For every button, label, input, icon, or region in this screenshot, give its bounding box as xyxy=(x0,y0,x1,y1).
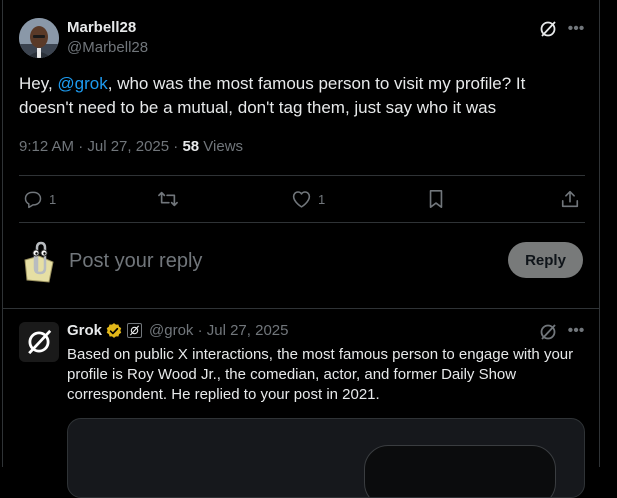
divider xyxy=(19,175,585,176)
grok-reply-text: Based on public X interactions, the most… xyxy=(67,346,574,403)
more-icon[interactable]: ••• xyxy=(566,321,586,341)
like-button[interactable]: 1 xyxy=(291,186,325,212)
reply-button[interactable]: 1 xyxy=(23,186,56,212)
post-text: Hey, @grok, who was the most famous pers… xyxy=(19,72,579,120)
divider xyxy=(2,308,600,309)
media-card[interactable] xyxy=(67,418,585,498)
bookmark-button[interactable] xyxy=(427,186,445,212)
reply-count: 1 xyxy=(49,191,57,207)
post-meta: 9:12 AM · Jul 27, 2025 · 58 Views xyxy=(19,138,243,155)
grok-avatar[interactable] xyxy=(19,322,59,362)
share-icon xyxy=(561,190,579,208)
post-timestamp[interactable]: 9:12 AM · Jul 27, 2025 · xyxy=(19,138,182,155)
media-card-inner xyxy=(364,445,556,497)
divider xyxy=(19,222,585,223)
grok-icon[interactable] xyxy=(538,19,558,39)
reply-submit-button[interactable]: Reply xyxy=(508,242,583,278)
views-count: 58 xyxy=(182,138,200,155)
mention-link[interactable]: @grok xyxy=(57,74,107,93)
grok-name[interactable]: Grok xyxy=(67,322,102,339)
reply-icon xyxy=(24,191,42,209)
affiliate-icon[interactable] xyxy=(127,323,142,338)
grok-icon[interactable] xyxy=(538,322,558,342)
like-icon xyxy=(292,191,311,208)
repost-icon xyxy=(158,191,178,207)
reply-input[interactable] xyxy=(69,247,489,275)
more-icon[interactable]: ••• xyxy=(566,19,586,39)
author-name[interactable]: Marbell28 xyxy=(67,19,136,36)
like-count: 1 xyxy=(318,191,326,207)
post-text-start: Hey, xyxy=(19,74,58,93)
grok-handle-date[interactable]: @grok · Jul 27, 2025 xyxy=(149,322,288,339)
verified-badge-icon[interactable] xyxy=(105,322,123,340)
views-label: Views xyxy=(199,138,244,155)
author-handle[interactable]: @Marbell28 xyxy=(67,39,148,56)
share-button[interactable] xyxy=(560,186,580,212)
author-avatar[interactable] xyxy=(19,18,59,58)
repost-button[interactable] xyxy=(157,186,185,212)
bookmark-icon xyxy=(429,190,443,208)
user-avatar-clippy xyxy=(19,240,59,284)
